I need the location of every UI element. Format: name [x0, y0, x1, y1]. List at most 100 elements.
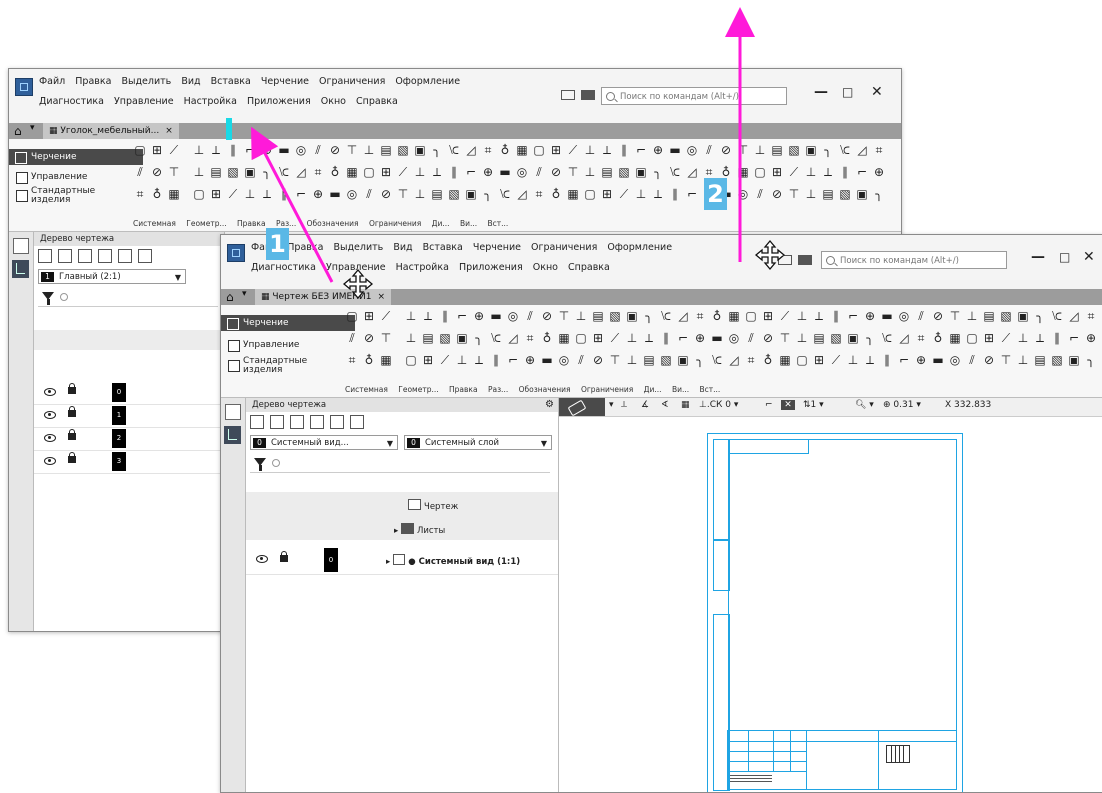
ribbon-tool-icon[interactable]: ⊞ [549, 143, 563, 157]
view-select[interactable]: 1 Главный (2:1) ▼ [38, 269, 186, 284]
ribbon-tool-icon[interactable]: ▬ [489, 309, 503, 323]
ribbon-tool-icon[interactable]: ⌗ [693, 309, 707, 323]
ribbon-tool-icon[interactable]: ⊕ [523, 353, 537, 367]
ribbon-tool-icon[interactable]: ⊤ [566, 165, 580, 179]
ribbon-tool-icon[interactable]: ⌐ [897, 353, 911, 367]
close-icon[interactable]: × [377, 292, 385, 302]
menu-window[interactable]: Окно [321, 96, 346, 107]
ribbon-tool-icon[interactable]: ⟈ [659, 309, 673, 323]
eye-icon[interactable] [44, 457, 56, 465]
ribbon-tool-icon[interactable]: ◎ [506, 309, 520, 323]
tree-sheets-row[interactable]: ▸ Листы [246, 516, 558, 540]
ribbon-tool-icon[interactable]: ⊘ [719, 143, 733, 157]
ribbon-tool-icon[interactable]: ⌗ [481, 143, 495, 157]
command-search-input[interactable]: Поиск по командам (Alt+/) [601, 87, 787, 105]
ribbon-tool-icon[interactable]: ⟋ [829, 353, 843, 367]
ribbon-tool-icon[interactable]: ⟈ [880, 331, 894, 345]
link-icon[interactable] [310, 415, 324, 429]
ribbon-tool-icon[interactable]: ⊞ [770, 165, 784, 179]
eye-icon[interactable] [256, 555, 268, 563]
doc-tab-unnamed[interactable]: ▦ Чертеж БЕЗ ИМЕНИ1 × [255, 289, 391, 305]
pen-icon[interactable] [290, 415, 304, 429]
ribbon-tool-icon[interactable]: ⫽ [532, 165, 546, 179]
menu-constraints[interactable]: Ограничения [531, 242, 597, 253]
ribbon-tool-icon[interactable]: ⊘ [150, 165, 164, 179]
ribbon-tool-icon[interactable]: ⊕ [481, 165, 495, 179]
ribbon-tool-icon[interactable]: ▦ [948, 331, 962, 345]
ribbon-tool-icon[interactable]: ⫽ [311, 143, 325, 157]
ribbon-tool-icon[interactable]: ▦ [778, 353, 792, 367]
ribbon-tool-icon[interactable]: ⊥ [804, 165, 818, 179]
ribbon-tool-icon[interactable]: ╮ [430, 143, 444, 157]
ribbon-tool-icon[interactable]: ⊥ [583, 165, 597, 179]
ribbon-tool-icon[interactable]: ⫽ [702, 143, 716, 157]
tree-panel-icon[interactable] [12, 260, 29, 278]
ribbon-tool-icon[interactable]: ▢ [965, 331, 979, 345]
ribbon-tool-icon[interactable]: ⊥ [583, 143, 597, 157]
command-search-input[interactable]: Поиск по командам (Alt+/) [821, 251, 1007, 269]
ribbon-tool-icon[interactable]: ▬ [277, 143, 291, 157]
ribbon-tool-icon[interactable]: ⟂ [260, 187, 274, 201]
ribbon-tool-icon[interactable]: ⊘ [591, 353, 605, 367]
ribbon-tool-icon[interactable]: ∥ [1050, 331, 1064, 345]
ribbon-tool-icon[interactable]: ▢ [574, 331, 588, 345]
ribbon-tool-icon[interactable]: ⊞ [812, 353, 826, 367]
ribbon-tool-icon[interactable]: ▣ [455, 331, 469, 345]
ribbon-tool-icon[interactable]: ▧ [999, 309, 1013, 323]
minimize-button[interactable]: — [814, 84, 828, 100]
ribbon-tool-icon[interactable]: ⌐ [634, 143, 648, 157]
ribbon-tool-icon[interactable]: ∥ [838, 165, 852, 179]
ribbon-tool-icon[interactable]: ╮ [863, 331, 877, 345]
ribbon-tool-icon[interactable]: ⊘ [540, 309, 554, 323]
ribbon-tool-icon[interactable]: ⟋ [438, 353, 452, 367]
ribbon-tool-icon[interactable]: ⊕ [914, 353, 928, 367]
screen-icon[interactable] [798, 255, 812, 265]
ribbon-tool-icon[interactable]: ◿ [294, 165, 308, 179]
ribbon-tool-icon[interactable]: ⫽ [965, 353, 979, 367]
ribbon-tool-icon[interactable]: ⊥ [413, 187, 427, 201]
menu-file[interactable]: Файл [39, 76, 65, 87]
ribbon-tool-icon[interactable]: ▢ [362, 165, 376, 179]
ribbon-tool-icon[interactable]: ╮ [693, 353, 707, 367]
ribbon-tool-icon[interactable]: ⊕ [472, 309, 486, 323]
ribbon-tool-icon[interactable]: ╮ [872, 187, 886, 201]
link-icon[interactable] [98, 249, 112, 263]
ribbon-tool-icon[interactable]: ⊞ [600, 187, 614, 201]
ribbon-tool-icon[interactable]: ⟋ [396, 165, 410, 179]
ribbon-tool-icon[interactable]: ⟋ [566, 143, 580, 157]
ribbon-tool-icon[interactable]: ⊥ [192, 165, 206, 179]
image-icon[interactable] [118, 249, 132, 263]
ribbon-tool-icon[interactable]: ⊥ [1016, 331, 1030, 345]
ribbon-tool-icon[interactable]: ⫽ [753, 187, 767, 201]
ribbon-tool-icon[interactable]: ▧ [829, 331, 843, 345]
ribbon-tool-icon[interactable]: ⊕ [260, 143, 274, 157]
ribbon-tool-icon[interactable]: ◎ [294, 143, 308, 157]
ribbon-tool-icon[interactable]: ∥ [880, 353, 894, 367]
doc-tab-ugolok[interactable]: ▦ Уголок_мебельный... × [43, 123, 179, 139]
ribbon-tool-icon[interactable]: ▤ [982, 309, 996, 323]
maximize-button[interactable]: □ [1059, 250, 1070, 264]
ribbon-tool-icon[interactable]: ⫽ [744, 331, 758, 345]
ribbon-tool-icon[interactable]: ⊞ [421, 353, 435, 367]
ribbon-tool-icon[interactable]: ⊥ [795, 331, 809, 345]
menu-select[interactable]: Выделить [121, 76, 171, 87]
ribbon-tool-icon[interactable]: ▧ [617, 165, 631, 179]
ribbon-tool-icon[interactable]: ♁ [328, 165, 342, 179]
ribbon-tool-icon[interactable]: ▢ [532, 143, 546, 157]
ribbon-tool-icon[interactable]: ⟈ [447, 143, 461, 157]
ribbon-tool-icon[interactable]: ▣ [676, 353, 690, 367]
ribbon-tool-icon[interactable]: ◿ [506, 331, 520, 345]
ribbon-tool-icon[interactable]: ⟈ [838, 143, 852, 157]
ribbon-tool-icon[interactable]: ▦ [566, 187, 580, 201]
ribbon-tool-icon[interactable]: ⊤ [557, 309, 571, 323]
ribbon-tool-icon[interactable]: ⫽ [574, 353, 588, 367]
ribbon-tool-icon[interactable]: ▤ [379, 143, 393, 157]
menu-view[interactable]: Вид [393, 242, 412, 253]
ribbon-tool-icon[interactable]: ⟂ [600, 143, 614, 157]
ribbon-tool-icon[interactable]: ⊕ [872, 165, 886, 179]
ribbon-tool-icon[interactable]: ⟂ [651, 187, 665, 201]
menu-format[interactable]: Оформление [607, 242, 672, 253]
ribbon-tool-icon[interactable]: ⊥ [625, 331, 639, 345]
ribbon-tool-icon[interactable]: ⟂ [472, 353, 486, 367]
ribbon-tool-icon[interactable]: ▢ [133, 143, 147, 157]
